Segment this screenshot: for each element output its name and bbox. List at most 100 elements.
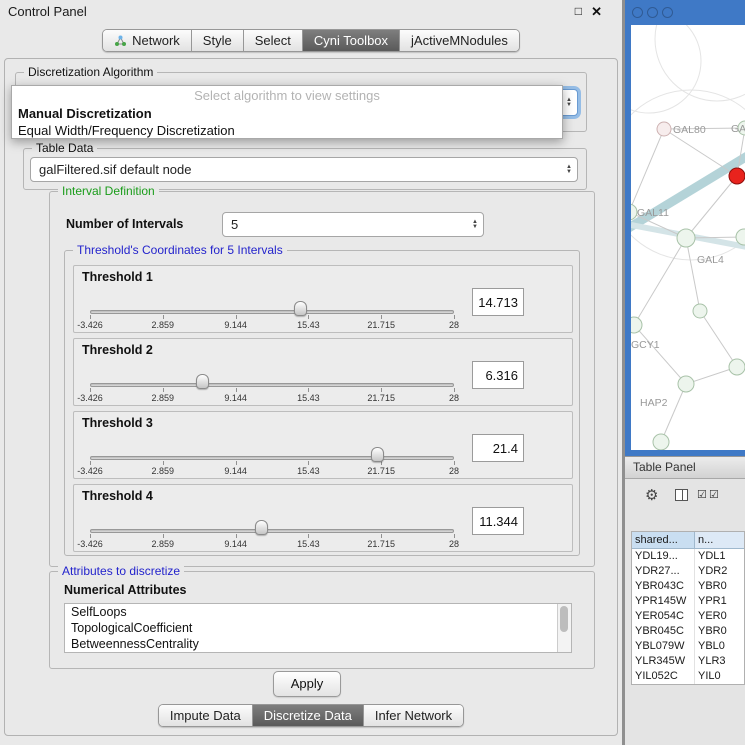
threshold-value-field[interactable]: 14.713 bbox=[472, 288, 524, 316]
threshold-label: Threshold 1 bbox=[82, 270, 153, 284]
tab-cyni-toolbox[interactable]: Cyni Toolbox bbox=[303, 30, 400, 51]
tick-label: 9.144 bbox=[224, 539, 247, 549]
tick-label: -3.426 bbox=[77, 539, 103, 549]
threshold-slider-2[interactable]: -3.4262.8599.14415.4321.71528 bbox=[74, 369, 470, 405]
network-node[interactable] bbox=[677, 229, 695, 247]
table-cell-name[interactable]: YBR0 bbox=[695, 624, 744, 639]
table-cell-name[interactable]: YBR0 bbox=[695, 579, 744, 594]
table-row[interactable]: YBR045CYBR0 bbox=[632, 624, 744, 639]
table-cell-name[interactable]: YER0 bbox=[695, 609, 744, 624]
threshold-slider-1[interactable]: -3.4262.8599.14415.4321.71528 bbox=[74, 296, 470, 332]
scrollbar-thumb[interactable] bbox=[560, 606, 568, 632]
threshold-value-field[interactable]: 11.344 bbox=[472, 507, 524, 535]
table-row[interactable]: YPR145WYPR1 bbox=[632, 594, 744, 609]
column-header-name[interactable]: n... bbox=[695, 532, 744, 549]
dropdown-option-equal-width-frequency[interactable]: Equal Width/Frequency Discretization bbox=[12, 122, 562, 139]
attribute-item-selfloops[interactable]: SelfLoops bbox=[65, 604, 571, 620]
table-data-combobox[interactable]: galFiltered.sif default node ▲ ▼ bbox=[30, 157, 578, 182]
column-header-shared-name[interactable]: shared... bbox=[632, 532, 695, 549]
network-node[interactable] bbox=[729, 168, 745, 184]
table-cell-shared-name[interactable]: YBR043C bbox=[632, 579, 695, 594]
table-cell-shared-name[interactable]: YLR345W bbox=[632, 654, 695, 669]
close-window-icon[interactable] bbox=[632, 7, 643, 18]
attribute-item-topologicalcoefficient[interactable]: TopologicalCoefficient bbox=[65, 620, 571, 636]
gear-icon[interactable]: ⚙ bbox=[645, 486, 658, 504]
network-node[interactable] bbox=[653, 434, 669, 450]
panel-title: Control Panel bbox=[8, 4, 87, 19]
zoom-window-icon[interactable] bbox=[662, 7, 673, 18]
threshold-value-field[interactable]: 6.316 bbox=[472, 361, 524, 389]
tick-mark bbox=[236, 534, 237, 538]
group-title-table-data: Table Data bbox=[32, 141, 97, 155]
tick-label: 15.43 bbox=[297, 466, 320, 476]
network-edge[interactable] bbox=[631, 129, 664, 212]
table-row[interactable]: YBL079WYBL0 bbox=[632, 639, 744, 654]
threshold-slider-3[interactable]: -3.4262.8599.14415.4321.71528 bbox=[74, 442, 470, 478]
table-cell-name[interactable]: YIL0 bbox=[695, 669, 744, 684]
arrow-down-icon: ▼ bbox=[566, 103, 572, 108]
table-cell-name[interactable]: YDL1 bbox=[695, 549, 744, 564]
table-cell-shared-name[interactable]: YDR27... bbox=[632, 564, 695, 579]
network-edge[interactable] bbox=[664, 129, 737, 176]
tab-impute-data[interactable]: Impute Data bbox=[159, 705, 253, 726]
slider-thumb[interactable] bbox=[371, 447, 384, 462]
table-row[interactable]: YIL052CYIL0 bbox=[632, 669, 744, 684]
tab-select[interactable]: Select bbox=[244, 30, 303, 51]
slider-thumb[interactable] bbox=[294, 301, 307, 316]
select-columns-checkbox-icon[interactable]: ☑ bbox=[709, 488, 719, 501]
network-edge[interactable] bbox=[686, 238, 700, 311]
tab-style[interactable]: Style bbox=[192, 30, 244, 51]
tab-jactivemnodules[interactable]: jActiveMNodules bbox=[400, 30, 519, 51]
table-cell-shared-name[interactable]: YBR045C bbox=[632, 624, 695, 639]
table-cell-shared-name[interactable]: YIL052C bbox=[632, 669, 695, 684]
tab-network[interactable]: Network bbox=[103, 30, 192, 51]
dropdown-option-manual-discretization[interactable]: Manual Discretization bbox=[12, 105, 562, 122]
table-panel: ⚙ ☑ ☑ shared... n... YDL19...YDL1YDR27..… bbox=[625, 479, 745, 745]
table-cell-shared-name[interactable]: YBL079W bbox=[632, 639, 695, 654]
table-cell-name[interactable]: YLR3 bbox=[695, 654, 744, 669]
threshold-value-field[interactable]: 21.4 bbox=[472, 434, 524, 462]
scrollbar[interactable] bbox=[557, 604, 571, 652]
tab-discretize-data[interactable]: Discretize Data bbox=[253, 705, 364, 726]
table-row[interactable]: YER054CYER0 bbox=[632, 609, 744, 624]
network-node[interactable] bbox=[678, 376, 694, 392]
table-cell-name[interactable]: YPR1 bbox=[695, 594, 744, 609]
network-edge[interactable] bbox=[661, 384, 686, 442]
select-all-checkbox-icon[interactable]: ☑ bbox=[697, 488, 707, 501]
threshold-slider-4[interactable]: -3.4262.8599.14415.4321.71528 bbox=[74, 515, 470, 551]
numerical-attributes-list[interactable]: SelfLoopsTopologicalCoefficientBetweenne… bbox=[64, 603, 572, 653]
network-canvas[interactable]: GAL80GAGAL11GAL4GCY1HAP2 bbox=[631, 25, 745, 450]
number-of-intervals-combobox[interactable]: 5 ▲ ▼ bbox=[222, 212, 484, 237]
network-edge[interactable] bbox=[634, 325, 686, 384]
table-row[interactable]: YDR27...YDR2 bbox=[632, 564, 744, 579]
close-panel-icon[interactable]: ✕ bbox=[591, 4, 602, 20]
network-node[interactable] bbox=[729, 359, 745, 375]
network-node[interactable] bbox=[693, 304, 707, 318]
arrow-down-icon: ▼ bbox=[566, 170, 572, 175]
table-cell-name[interactable]: YDR2 bbox=[695, 564, 744, 579]
network-edge[interactable] bbox=[700, 311, 737, 367]
attribute-item-betweennesscentrality[interactable]: BetweennessCentrality bbox=[65, 636, 571, 652]
table-cell-name[interactable]: YBL0 bbox=[695, 639, 744, 654]
table-cell-shared-name[interactable]: YPR145W bbox=[632, 594, 695, 609]
columns-icon[interactable] bbox=[675, 489, 688, 501]
cyni-toolbox-panel: Discretization Algorithm ▲ ▼ Select algo… bbox=[4, 58, 618, 736]
tab-infer-network[interactable]: Infer Network bbox=[364, 705, 463, 726]
network-edge[interactable] bbox=[634, 238, 686, 325]
network-node[interactable] bbox=[657, 122, 671, 136]
tick-mark bbox=[308, 461, 309, 465]
minimize-window-icon[interactable] bbox=[647, 7, 658, 18]
float-window-icon[interactable]: □ bbox=[575, 4, 582, 18]
network-node[interactable] bbox=[631, 317, 642, 333]
table-row[interactable]: YLR345WYLR3 bbox=[632, 654, 744, 669]
tick-label: 15.43 bbox=[297, 393, 320, 403]
table-row[interactable]: YBR043CYBR0 bbox=[632, 579, 744, 594]
apply-button[interactable]: Apply bbox=[273, 671, 341, 697]
table-cell-shared-name[interactable]: YDL19... bbox=[632, 549, 695, 564]
network-edge-arc bbox=[655, 25, 745, 101]
slider-thumb[interactable] bbox=[255, 520, 268, 535]
tick-mark bbox=[308, 315, 309, 319]
table-cell-shared-name[interactable]: YER054C bbox=[632, 609, 695, 624]
slider-thumb[interactable] bbox=[196, 374, 209, 389]
table-row[interactable]: YDL19...YDL1 bbox=[632, 549, 744, 564]
